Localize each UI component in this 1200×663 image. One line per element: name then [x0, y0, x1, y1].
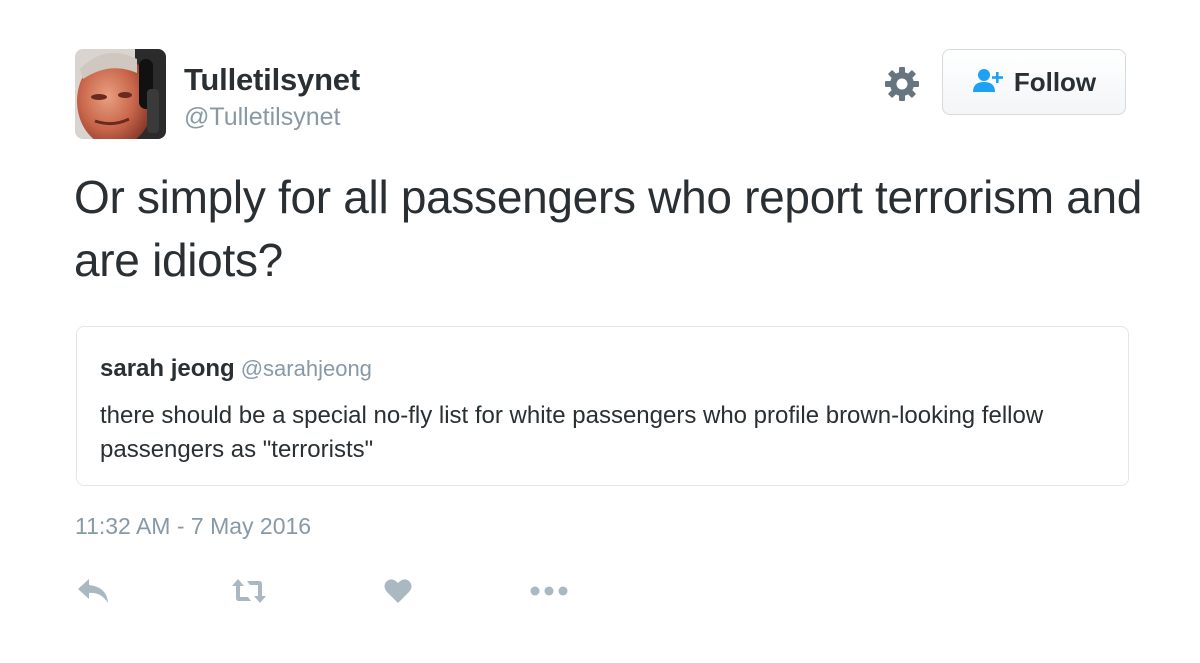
- quoted-handle: @sarahjeong: [240, 356, 372, 381]
- quoted-tweet[interactable]: sarah jeong @sarahjeong there should be a…: [76, 326, 1129, 486]
- quoted-display-name: sarah jeong: [100, 355, 235, 382]
- quoted-tweet-header: sarah jeong @sarahjeong: [100, 355, 372, 383]
- more-icon[interactable]: [530, 573, 568, 609]
- tweet-card: Tulletilsynet @Tulletilsynet Follow Or s…: [0, 0, 1200, 663]
- add-user-icon: [972, 67, 1004, 98]
- follow-button[interactable]: Follow: [942, 49, 1126, 115]
- tweet-timestamp[interactable]: 11:32 AM - 7 May 2016: [75, 513, 311, 540]
- author-avatar[interactable]: [75, 49, 166, 139]
- author-display-name[interactable]: Tulletilsynet: [184, 62, 360, 98]
- tweet-text: Or simply for all passengers who report …: [74, 171, 1143, 286]
- gear-icon[interactable]: [884, 66, 920, 102]
- quoted-tweet-text: there should be a special no-fly list fo…: [100, 402, 1044, 463]
- retweet-icon[interactable]: [231, 573, 267, 609]
- author-handle[interactable]: @Tulletilsynet: [184, 103, 340, 132]
- reply-icon[interactable]: [77, 573, 109, 609]
- follow-label: Follow: [1013, 66, 1097, 97]
- like-icon[interactable]: [384, 573, 412, 609]
